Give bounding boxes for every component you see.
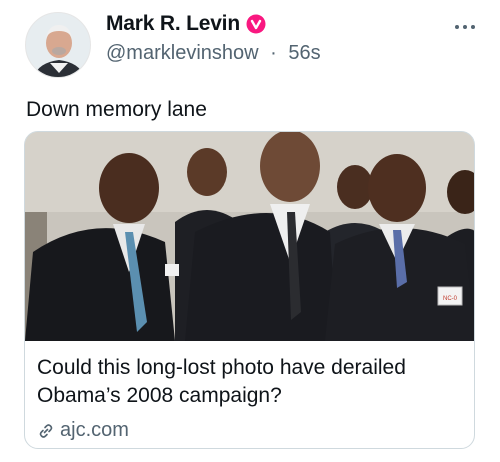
author-handle-row: @marklevinshow · 56s bbox=[106, 42, 321, 65]
author-handle[interactable]: @marklevinshow bbox=[106, 42, 259, 64]
verified-badge-icon bbox=[246, 14, 266, 34]
handle-separator: · bbox=[270, 42, 277, 64]
link-card-domain: ajc.com bbox=[60, 419, 129, 441]
author-display-name[interactable]: Mark R. Levin bbox=[106, 12, 240, 36]
tweet-timestamp[interactable]: 56s bbox=[288, 42, 320, 64]
author-avatar[interactable] bbox=[25, 12, 91, 78]
link-card-title[interactable]: Could this long-lost photo have derailed… bbox=[37, 354, 467, 410]
author-name-row: Mark R. Levin bbox=[106, 12, 266, 36]
tweet-text: Down memory lane bbox=[26, 98, 207, 121]
link-preview-image[interactable]: NC-0 bbox=[25, 132, 474, 341]
avatar-photo bbox=[26, 13, 90, 77]
link-preview-card[interactable]: NC-0 Could this long-lost photo have der… bbox=[24, 131, 475, 449]
link-card-domain-row[interactable]: ajc.com bbox=[37, 419, 129, 442]
image-badge-text: NC-0 bbox=[443, 296, 458, 302]
link-icon bbox=[37, 422, 55, 440]
more-options-icon[interactable] bbox=[452, 14, 478, 40]
